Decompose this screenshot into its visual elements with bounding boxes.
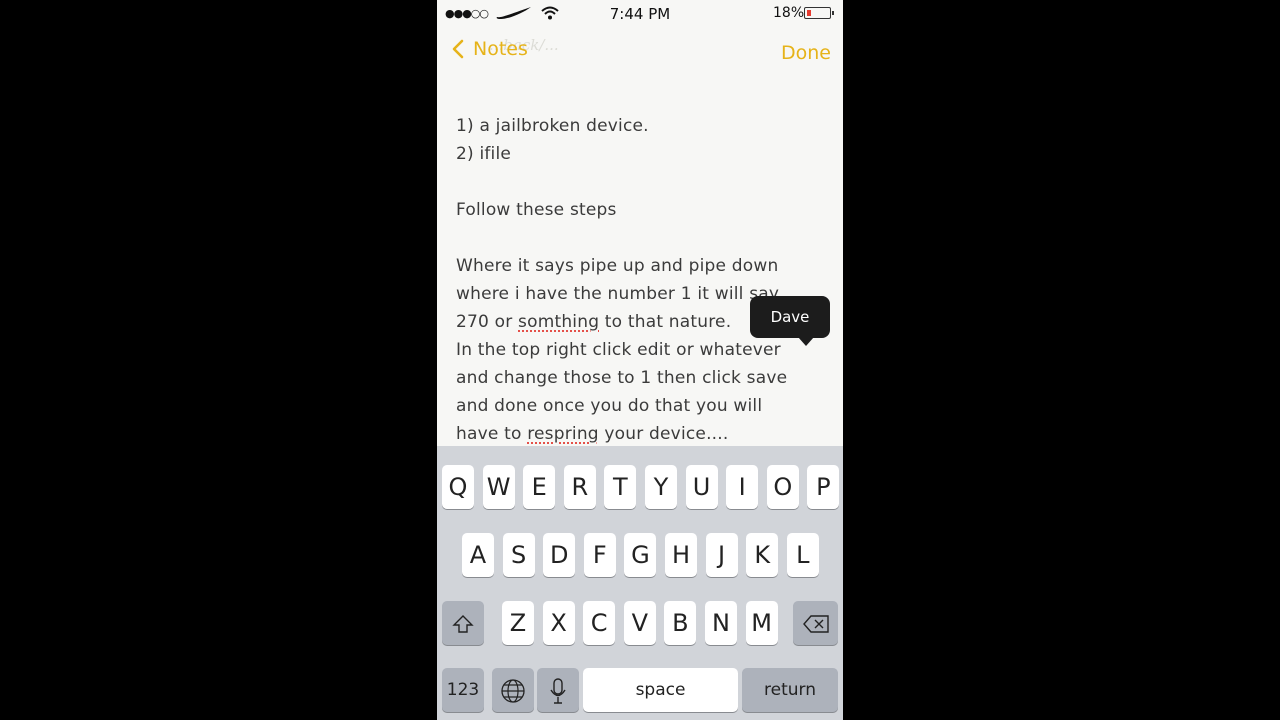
note-body[interactable]: 1) a jailbroken device. 2) ifile Follow th… <box>456 112 836 448</box>
key-k[interactable]: K <box>746 533 779 577</box>
battery-percentage: 18% <box>773 5 805 21</box>
key-x[interactable]: X <box>542 601 575 645</box>
key-q[interactable]: Q <box>442 465 474 509</box>
phone-screen: ●●●○○ 7:44 PM 18% ...back/... Notes Done… <box>437 0 843 720</box>
key-n[interactable]: N <box>705 601 737 645</box>
key-a[interactable]: A <box>462 533 494 577</box>
note-line: and done once you do that you will <box>456 396 763 416</box>
key-m[interactable]: M <box>745 601 778 645</box>
key-t[interactable]: T <box>604 465 637 509</box>
chevron-left-icon <box>452 39 464 59</box>
status-bar: ●●●○○ 7:44 PM 18% <box>437 0 843 28</box>
globe-key[interactable] <box>492 668 534 712</box>
note-line: have to respring your device.... <box>456 424 729 444</box>
globe-icon <box>501 679 525 703</box>
return-key[interactable]: return <box>742 668 838 712</box>
note-line: Follow these steps <box>456 200 617 220</box>
misspelled-word[interactable]: respring <box>527 424 599 444</box>
battery-icon <box>804 7 834 19</box>
dictation-key[interactable] <box>537 668 579 712</box>
key-h[interactable]: H <box>665 533 697 577</box>
key-y[interactable]: Y <box>645 465 677 509</box>
delete-key[interactable] <box>793 601 838 645</box>
note-blank-line <box>456 168 836 196</box>
key-i[interactable]: I <box>726 465 759 509</box>
key-e[interactable]: E <box>523 465 556 509</box>
autocorrect-suggestion[interactable]: Dave <box>750 296 830 346</box>
key-p[interactable]: P <box>807 465 840 509</box>
key-w[interactable]: W <box>482 465 515 509</box>
key-g[interactable]: G <box>624 533 657 577</box>
key-b[interactable]: B <box>664 601 697 645</box>
misspelled-word[interactable]: somthing <box>518 312 599 332</box>
key-u[interactable]: U <box>685 465 718 509</box>
navigation-bar: ...back/... Notes Done <box>437 28 843 80</box>
note-line: 2) ifile <box>456 144 512 164</box>
key-v[interactable]: V <box>623 601 656 645</box>
back-button-label: Notes <box>473 38 528 60</box>
numbers-key[interactable]: 123 <box>442 668 484 712</box>
key-r[interactable]: R <box>563 465 596 509</box>
key-z[interactable]: Z <box>502 601 534 645</box>
note-line: 1) a jailbroken device. <box>456 116 649 136</box>
key-c[interactable]: C <box>583 601 616 645</box>
shift-key[interactable] <box>442 601 484 645</box>
note-line: Where it says pipe up and pipe down <box>456 256 779 276</box>
note-line: and change those to 1 then click save <box>456 368 788 388</box>
key-l[interactable]: L <box>786 533 819 577</box>
key-d[interactable]: D <box>543 533 576 577</box>
delete-icon <box>802 615 829 633</box>
key-f[interactable]: F <box>583 533 616 577</box>
key-o[interactable]: O <box>766 465 799 509</box>
shift-icon <box>452 615 474 633</box>
key-j[interactable]: J <box>705 533 738 577</box>
key-s[interactable]: S <box>502 533 535 577</box>
done-button[interactable]: Done <box>781 42 831 64</box>
microphone-icon <box>550 678 566 704</box>
note-blank-line <box>456 224 836 252</box>
space-key[interactable]: space <box>583 668 738 712</box>
keyboard: Q W E R T Y U I O P A S D F G H J K L Z X C V B N M 123 space return <box>437 446 843 720</box>
suggestion-text: Dave <box>770 308 810 326</box>
back-button[interactable]: Notes <box>451 38 528 60</box>
note-line: In the top right click edit or whatever <box>456 340 781 360</box>
